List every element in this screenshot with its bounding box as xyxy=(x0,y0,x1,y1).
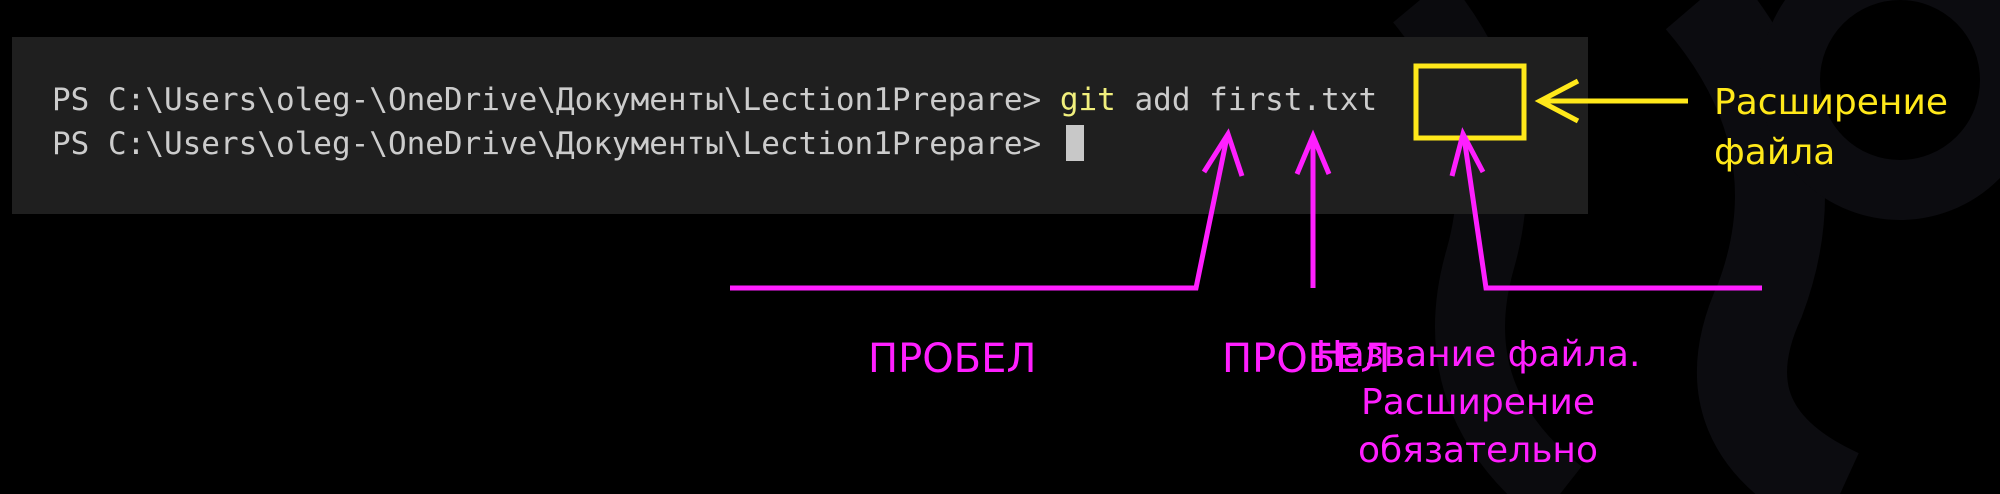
arrow-up-icon xyxy=(730,136,1230,291)
annotation-overlay xyxy=(730,63,1762,291)
file-name-label-line: Название файла. xyxy=(1315,334,1641,375)
highlight-box-icon xyxy=(1413,63,1527,141)
file-extension-label: Расширение файла xyxy=(1714,78,1948,178)
space-label: ПРОБЕЛ xyxy=(868,336,1037,382)
file-name-label-line: обязательно xyxy=(1358,430,1598,471)
file-extension-label-line: файла xyxy=(1714,132,1836,173)
file-name-label-line: Расширение xyxy=(1361,382,1595,423)
file-name-label: Название файла. Расширение обязательно xyxy=(1288,331,1668,475)
file-extension-label-line: Расширение xyxy=(1714,82,1948,123)
slide-canvas: PS C:\Users\oleg-\OneDrive\Документы\Lec… xyxy=(0,0,2000,494)
